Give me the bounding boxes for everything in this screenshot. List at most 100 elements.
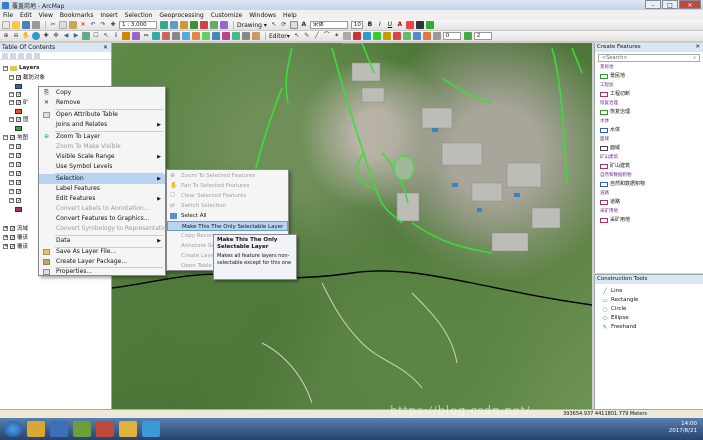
toc-layer[interactable] [15,82,24,90]
layer-visibility-checkbox[interactable]: ✓ [16,91,21,97]
cut-polygons-icon[interactable] [362,32,371,40]
expand-icon[interactable]: + [3,243,8,249]
arctoolbox-icon[interactable] [200,21,208,29]
feature-template[interactable]: 采矿用地 [600,216,630,224]
menu-selection[interactable]: Selection [125,12,153,19]
add-data-icon[interactable]: ✚ [109,21,117,29]
toc-layer[interactable]: − ✓ 截防对象 [9,73,45,81]
construction-tool-ellipse[interactable]: ⬭ Ellipse [602,314,628,323]
drawing-menu[interactable]: Drawing ▾ [237,22,267,29]
sketch-properties-icon[interactable] [402,32,411,40]
rectangle-tool-icon[interactable] [289,21,298,29]
python-icon[interactable] [210,21,218,29]
menu-item-save-as-layer-file[interactable]: Save As Layer File... [39,247,165,257]
submenu-clear-selected[interactable]: ☐ Clear Selected Features [167,191,288,201]
expand-icon[interactable]: − [9,99,14,105]
submenu-select-all[interactable]: Select All [167,211,288,221]
toc-layer[interactable]: − ✓ 图 [9,115,29,123]
topology-icon[interactable] [232,32,240,40]
layer-visibility-checkbox[interactable]: ✓ [16,188,21,194]
magnifier-icon[interactable] [252,32,260,40]
layer-visibility-checkbox[interactable]: ✓ [16,152,21,158]
edit-vertices-icon[interactable] [342,32,351,40]
editor-toolbar-icon[interactable] [160,21,168,29]
layer-visibility-checkbox[interactable]: ✓ [16,116,21,122]
save-icon[interactable] [22,21,30,29]
menu-bookmarks[interactable]: Bookmarks [60,12,94,19]
layer-visibility-checkbox[interactable]: ✓ [10,243,15,249]
cut-icon[interactable]: ✂ [49,21,57,29]
layer-visibility-checkbox[interactable]: ✓ [10,225,15,231]
full-extent-icon[interactable] [32,32,40,40]
print-icon[interactable] [32,21,40,29]
redo-icon[interactable]: ↷ [99,21,107,29]
menu-item-visible-scale-range[interactable]: Visible Scale Range ▶ [39,152,165,162]
layer-visibility-checkbox[interactable]: ✓ [10,134,15,140]
straight-segment-icon[interactable]: ╱ [313,32,321,40]
pan-icon[interactable]: ✋ [22,32,30,40]
menu-item-convert-features[interactable]: Convert Features to Graphics... [39,214,165,224]
hyperlink-icon[interactable] [122,32,130,40]
layer-visibility-checkbox[interactable]: ✓ [16,179,21,185]
font-size-select[interactable]: 10 [350,21,363,29]
split-icon[interactable] [372,32,381,40]
toc-layer[interactable]: − ✓ [9,187,23,195]
submenu-zoom-to-selected[interactable]: ⊕ Zoom To Selected Features [167,171,288,181]
rotate-tool-icon[interactable] [382,32,391,40]
feature-template[interactable]: 水体 [600,126,620,134]
menu-edit[interactable]: Edit [20,12,32,19]
table-of-contents-icon[interactable] [170,21,178,29]
toc-group[interactable]: − ✓ 地图 [3,133,28,141]
toc-group[interactable]: + ✓ 覆该 [3,242,28,250]
measure-icon[interactable]: ⇔ [142,32,150,40]
feature-template[interactable]: 自然和数据积物 [600,180,645,188]
submenu-pan-to-selected[interactable]: ✋ Pan To Selected Features [167,181,288,191]
layer-visibility-checkbox[interactable]: ✓ [16,143,21,149]
arcmap-taskbar-icon[interactable] [73,421,91,437]
find-route-icon[interactable] [162,32,170,40]
toc-layer[interactable]: − ✓ 矿 [9,98,29,106]
menu-item-zoom-to-make-visible[interactable]: Zoom To Make Visible [39,142,165,152]
marker-color-icon[interactable] [425,21,434,29]
menu-item-edit-features[interactable]: Edit Features ▶ [39,194,165,204]
new-document-icon[interactable] [2,21,10,29]
menu-item-copy[interactable]: ⎘ Copy [39,88,165,98]
toc-layer[interactable]: − ✓ [9,151,23,159]
rotate-icon[interactable]: ⟳ [280,21,288,29]
trace-icon[interactable]: ✶ [333,32,341,40]
clear-selection-icon[interactable]: ☐ [92,32,100,40]
expand-icon[interactable]: − [9,91,14,97]
file-explorer-icon[interactable] [27,421,45,437]
menu-file[interactable]: File [3,12,13,19]
menu-item-use-symbol-levels[interactable]: Use Symbol Levels [39,162,165,172]
line-color-swatch-icon[interactable] [463,32,472,40]
expand-icon[interactable]: + [3,225,8,231]
zoom-value-select[interactable]: 2 [473,32,492,40]
layer-visibility-checkbox[interactable]: ✓ [16,161,21,167]
attributes-icon[interactable] [392,32,401,40]
layer-visibility-checkbox[interactable]: ✓ [10,234,15,240]
menu-help[interactable]: Help [283,12,297,19]
list-by-drawing-order-icon[interactable] [2,52,8,59]
close-icon[interactable]: ✕ [103,43,108,52]
html-popup-icon[interactable] [132,32,140,40]
menu-windows[interactable]: Windows [249,12,276,19]
list-by-selection-icon[interactable] [26,52,32,59]
feature-template[interactable]: 工程切断 [600,90,630,98]
submenu-switch-selection[interactable]: ⇄ Switch Selection [167,201,288,211]
toc-group[interactable]: + ✓ 流域 [3,224,28,232]
toc-root[interactable]: − Layers [3,64,39,72]
menu-customize[interactable]: Customize [211,12,243,19]
expand-icon[interactable]: − [9,197,14,203]
toc-group[interactable]: + ✓ 覆该 [3,233,28,241]
menu-item-convert-symbology[interactable]: Convert Symbology to Representation... [39,224,176,234]
expand-icon[interactable]: − [9,170,14,176]
underline-button[interactable]: U [386,21,394,29]
search-window-icon[interactable] [190,21,198,29]
construction-tool-rectangle[interactable]: ▭ Rectangle [602,296,638,305]
back-extent-icon[interactable]: ◀ [62,32,70,40]
start-button-icon[interactable] [4,421,22,437]
folder-taskbar-icon[interactable] [119,421,137,437]
create-features-search-input[interactable]: <Search> ⌕ [598,54,700,62]
map-scale-select[interactable]: 1 : 3,000 [119,21,157,29]
